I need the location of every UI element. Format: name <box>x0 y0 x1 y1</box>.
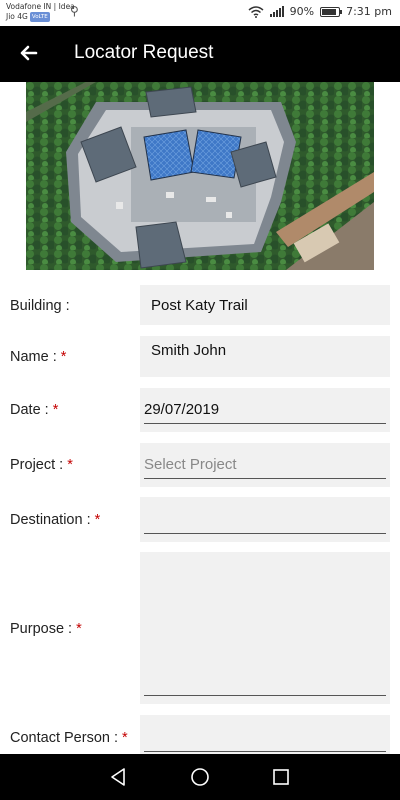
required-marker: * <box>122 730 128 746</box>
navigation-bar <box>0 754 400 800</box>
date-label-text: Date : <box>10 402 49 418</box>
battery-percent: 90% <box>289 5 315 18</box>
usb-icon: ⚲ <box>70 4 79 18</box>
name-label: Name : * <box>10 349 66 365</box>
building-image <box>26 82 374 270</box>
app-bar: Locator Request <box>0 26 400 82</box>
building-label-text: Building : <box>10 298 70 314</box>
arrow-left-icon[interactable] <box>14 38 44 68</box>
volte-badge: VoLTE <box>29 12 50 22</box>
project-label-text: Project : <box>10 457 64 473</box>
contact-person-label-text: Contact Person : <box>10 730 118 746</box>
project-select[interactable]: Select Project <box>140 443 390 487</box>
name-field: Smith John <box>140 336 390 377</box>
building-field: Post Katy Trail <box>140 285 390 325</box>
date-label: Date : * <box>10 402 58 418</box>
nav-recents-icon[interactable] <box>270 766 292 788</box>
status-bar: Vodafone IN | Idea Jio 4G VoLTE ⚲ 90% 7:3… <box>0 0 400 26</box>
required-marker: * <box>60 349 67 365</box>
page-title: Locator Request <box>74 42 214 63</box>
project-label: Project : * <box>10 457 73 473</box>
battery-icon <box>320 6 343 17</box>
project-placeholder: Select Project <box>144 456 237 473</box>
clock: 7:31 pm <box>346 5 392 18</box>
destination-label: Destination : * <box>10 512 100 528</box>
required-marker: * <box>52 402 59 418</box>
signal-icon <box>269 6 284 17</box>
name-label-text: Name : <box>10 349 57 365</box>
carrier-info: Vodafone IN | Idea Jio 4G VoLTE <box>6 2 75 22</box>
carrier-secondary: Jio 4G <box>6 12 28 21</box>
required-marker: * <box>76 621 82 637</box>
carrier-primary: Vodafone IN | Idea <box>6 2 75 11</box>
nav-home-icon[interactable] <box>189 766 211 788</box>
name-value: Smith John <box>151 342 227 359</box>
status-right: 90% 7:31 pm <box>248 5 392 18</box>
destination-label-text: Destination : <box>10 512 91 528</box>
date-value: 29/07/2019 <box>144 401 220 418</box>
building-label: Building : <box>10 298 70 314</box>
purpose-textarea[interactable] <box>140 552 390 704</box>
contact-person-label: Contact Person : * <box>10 730 128 746</box>
destination-input[interactable] <box>140 497 390 542</box>
building-value: Post Katy Trail <box>151 297 248 314</box>
nav-back-icon[interactable] <box>108 766 130 788</box>
purpose-label-text: Purpose : <box>10 621 73 637</box>
date-input[interactable]: 29/07/2019 <box>140 388 390 432</box>
required-marker: * <box>67 457 73 473</box>
wifi-icon <box>248 5 264 18</box>
required-marker: * <box>94 512 101 528</box>
purpose-label: Purpose : * <box>10 621 82 637</box>
